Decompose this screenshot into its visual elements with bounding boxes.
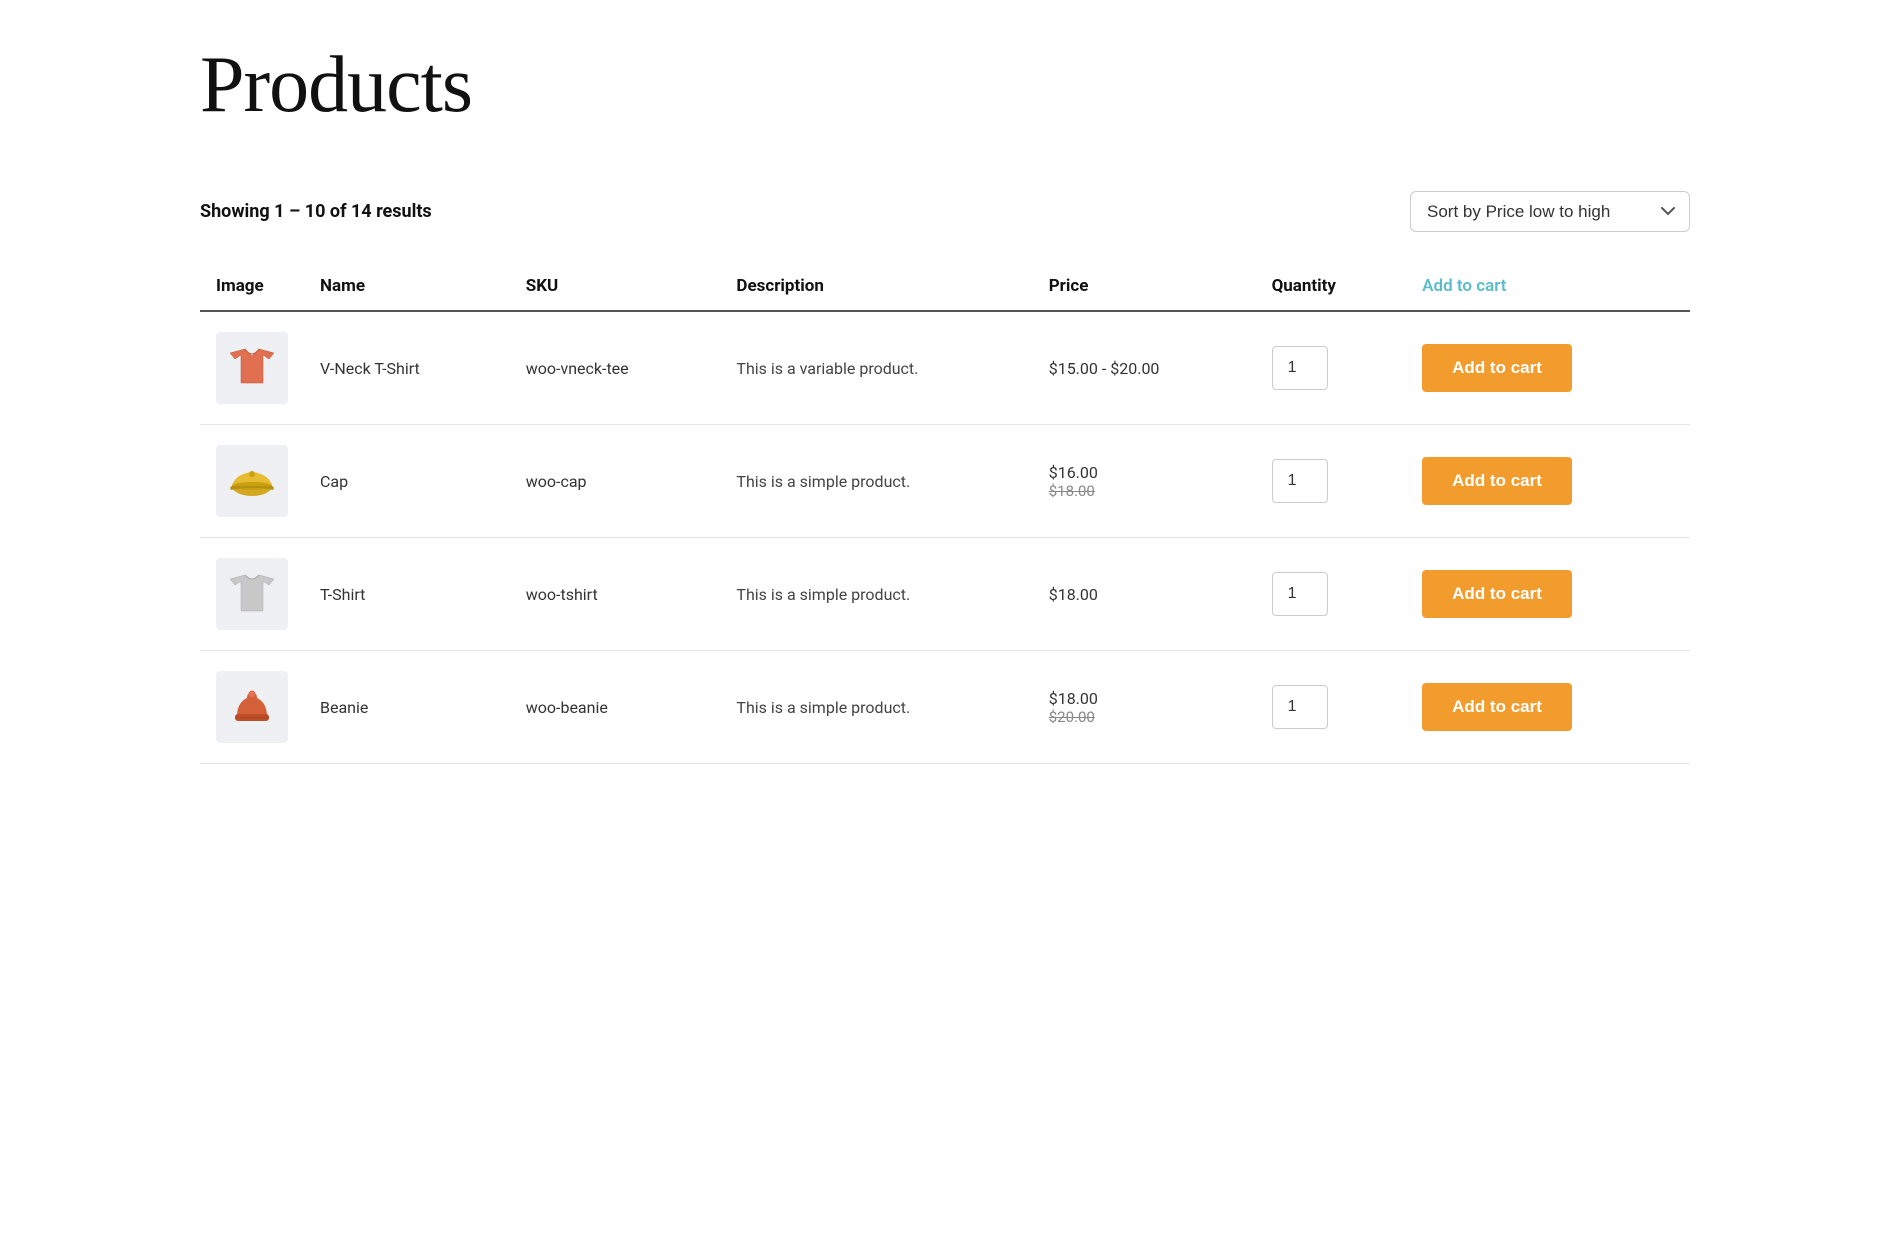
product-sku-vneck-tshirt: woo-vneck-tee: [510, 311, 721, 425]
col-description: Description: [720, 264, 1032, 311]
add-to-cart-cell-vneck-tshirt: Add to cart: [1406, 311, 1690, 425]
price-original-cap: $18.00: [1049, 482, 1240, 500]
product-description-tshirt: This is a simple product.: [720, 538, 1032, 651]
product-quantity-cell-tshirt: [1256, 538, 1407, 651]
product-quantity-cell-beanie: [1256, 651, 1407, 764]
col-quantity: Quantity: [1256, 264, 1407, 311]
col-add-to-cart: Add to cart: [1406, 264, 1690, 311]
table-row: T-Shirtwoo-tshirtThis is a simple produc…: [200, 538, 1690, 651]
products-table: Image Name SKU Description Price Quantit…: [200, 264, 1690, 764]
toolbar: Showing 1 – 10 of 14 results Sort by Pri…: [200, 191, 1690, 232]
price-original-beanie: $20.00: [1049, 708, 1240, 726]
product-icon-cap: [225, 454, 279, 508]
product-image-cap: [216, 445, 288, 517]
product-name-vneck-tshirt: V-Neck T-Shirt: [304, 311, 510, 425]
product-quantity-cell-cap: [1256, 425, 1407, 538]
results-count: Showing 1 – 10 of 14 results: [200, 201, 432, 222]
product-quantity-cell-vneck-tshirt: [1256, 311, 1407, 425]
col-price: Price: [1033, 264, 1256, 311]
product-description-vneck-tshirt: This is a variable product.: [720, 311, 1032, 425]
col-image: Image: [200, 264, 304, 311]
price-current-tshirt: $18.00: [1049, 585, 1240, 604]
product-image-cell-vneck-tshirt: [200, 311, 304, 425]
add-to-cart-cell-beanie: Add to cart: [1406, 651, 1690, 764]
product-sku-cap: woo-cap: [510, 425, 721, 538]
product-price-cap: $16.00$18.00: [1033, 425, 1256, 538]
price-current-vneck-tshirt: $15.00 - $20.00: [1049, 359, 1240, 378]
product-image-cell-beanie: [200, 651, 304, 764]
add-to-cart-button-tshirt[interactable]: Add to cart: [1422, 570, 1572, 618]
product-price-tshirt: $18.00: [1033, 538, 1256, 651]
page-title: Products: [200, 40, 1690, 131]
quantity-input-vneck-tshirt[interactable]: [1272, 346, 1328, 390]
add-to-cart-cell-tshirt: Add to cart: [1406, 538, 1690, 651]
product-icon-beanie: [225, 680, 279, 734]
product-name-tshirt: T-Shirt: [304, 538, 510, 651]
price-current-beanie: $18.00: [1049, 689, 1240, 708]
add-to-cart-button-vneck-tshirt[interactable]: Add to cart: [1422, 344, 1572, 392]
sort-select[interactable]: Sort by Price low to high Sort by Price …: [1410, 191, 1690, 232]
product-image-cell-cap: [200, 425, 304, 538]
product-image-vneck-tshirt: [216, 332, 288, 404]
product-description-cap: This is a simple product.: [720, 425, 1032, 538]
quantity-input-cap[interactable]: [1272, 459, 1328, 503]
add-to-cart-button-beanie[interactable]: Add to cart: [1422, 683, 1572, 731]
product-price-vneck-tshirt: $15.00 - $20.00: [1033, 311, 1256, 425]
quantity-input-tshirt[interactable]: [1272, 572, 1328, 616]
col-sku: SKU: [510, 264, 721, 311]
table-row: V-Neck T-Shirtwoo-vneck-teeThis is a var…: [200, 311, 1690, 425]
product-sku-beanie: woo-beanie: [510, 651, 721, 764]
product-sku-tshirt: woo-tshirt: [510, 538, 721, 651]
product-image-tshirt: [216, 558, 288, 630]
add-to-cart-button-cap[interactable]: Add to cart: [1422, 457, 1572, 505]
price-current-cap: $16.00: [1049, 463, 1240, 482]
product-icon-tshirt: [225, 567, 279, 621]
product-image-cell-tshirt: [200, 538, 304, 651]
col-name: Name: [304, 264, 510, 311]
product-description-beanie: This is a simple product.: [720, 651, 1032, 764]
table-row: Beaniewoo-beanieThis is a simple product…: [200, 651, 1690, 764]
add-to-cart-cell-cap: Add to cart: [1406, 425, 1690, 538]
quantity-input-beanie[interactable]: [1272, 685, 1328, 729]
product-name-cap: Cap: [304, 425, 510, 538]
product-name-beanie: Beanie: [304, 651, 510, 764]
product-icon-vneck-tshirt: [225, 341, 279, 395]
table-row: Capwoo-capThis is a simple product.$16.0…: [200, 425, 1690, 538]
product-price-beanie: $18.00$20.00: [1033, 651, 1256, 764]
product-image-beanie: [216, 671, 288, 743]
